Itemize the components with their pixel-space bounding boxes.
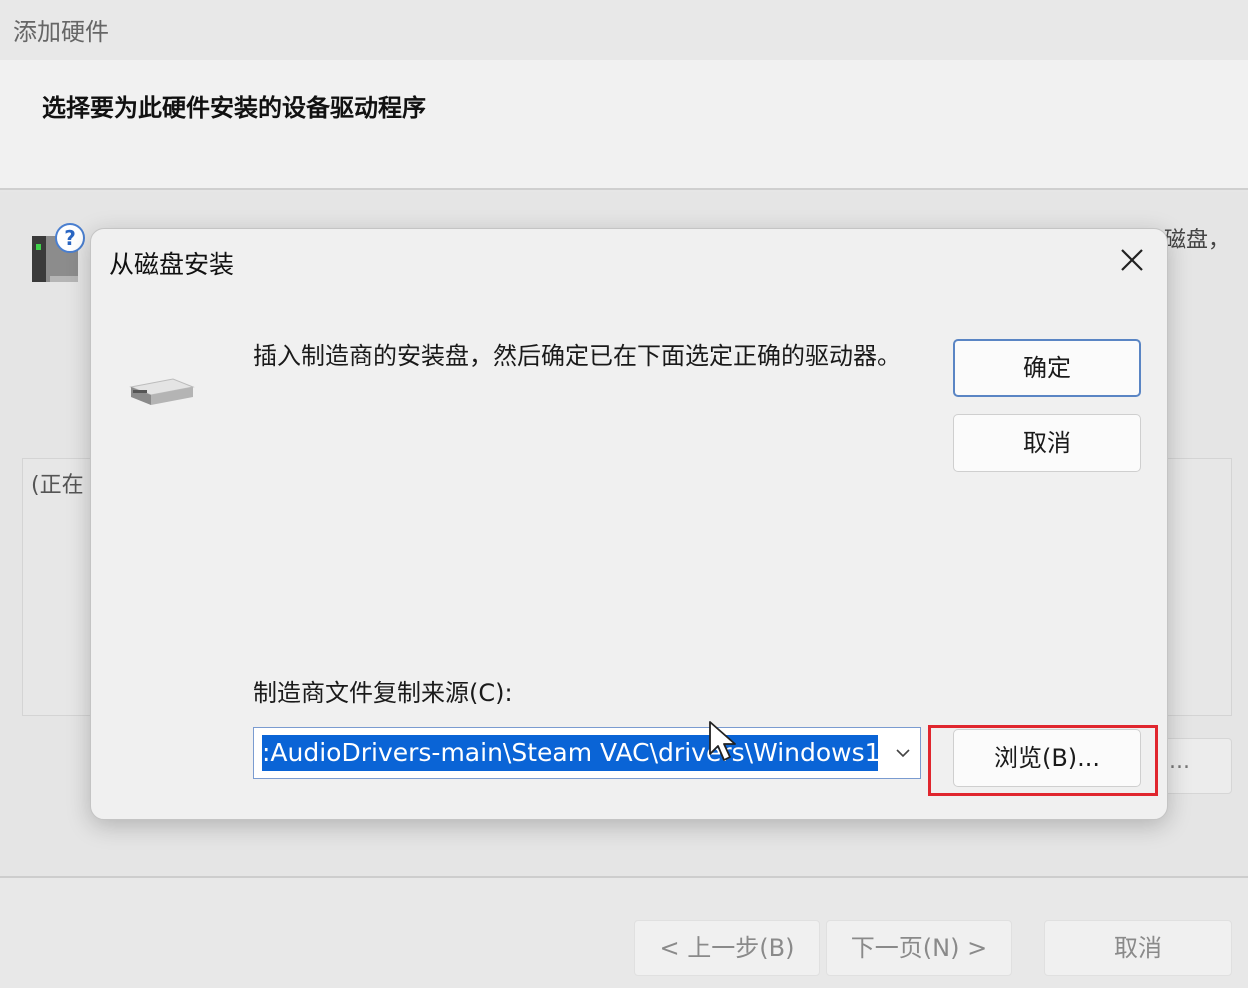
wizard-header: 选择要为此硬件安装的设备驱动程序 xyxy=(0,60,1248,190)
wizard-titlebar: 添加硬件 xyxy=(0,0,1248,60)
ok-button[interactable]: 确定 xyxy=(953,339,1141,397)
hardware-help-icon: ? xyxy=(32,223,85,282)
source-path-input[interactable]: :AudioDrivers-main\Steam VAC\drivers\Win… xyxy=(262,735,878,771)
disk-drive-icon xyxy=(129,378,195,405)
close-icon[interactable] xyxy=(1111,239,1153,281)
dialog-cancel-button[interactable]: 取消 xyxy=(953,414,1141,472)
source-path-combobox[interactable]: :AudioDrivers-main\Steam VAC\drivers\Win… xyxy=(253,727,921,779)
source-label: 制造商文件复制来源(C): xyxy=(253,679,513,707)
wizard-heading: 选择要为此硬件安装的设备驱动程序 xyxy=(42,94,426,122)
dialog-title: 从磁盘安装 xyxy=(109,250,235,279)
mouse-cursor-icon xyxy=(709,721,736,761)
wizard-cancel-button[interactable]: 取消 xyxy=(1044,920,1232,976)
chevron-down-icon[interactable] xyxy=(890,740,916,766)
wizard-have-disk-button[interactable]: ... xyxy=(1160,738,1232,794)
source-path-value: :AudioDrivers-main\Steam VAC\drivers\Win… xyxy=(262,735,878,771)
browse-highlight-box xyxy=(928,725,1158,796)
dialog-message: 插入制造商的安装盘，然后确定已在下面选定正确的驱动器。 xyxy=(253,342,901,370)
listbox-status-text: (正在 xyxy=(31,473,84,498)
wizard-have-disk-label: ... xyxy=(1169,749,1190,774)
wizard-footer: < 上一步(B) 下一页(N) > 取消 xyxy=(0,876,1248,988)
back-button[interactable]: < 上一步(B) xyxy=(634,920,820,976)
wizard-title: 添加硬件 xyxy=(13,18,109,46)
svg-text:?: ? xyxy=(64,226,76,250)
next-button[interactable]: 下一页(N) > xyxy=(826,920,1012,976)
